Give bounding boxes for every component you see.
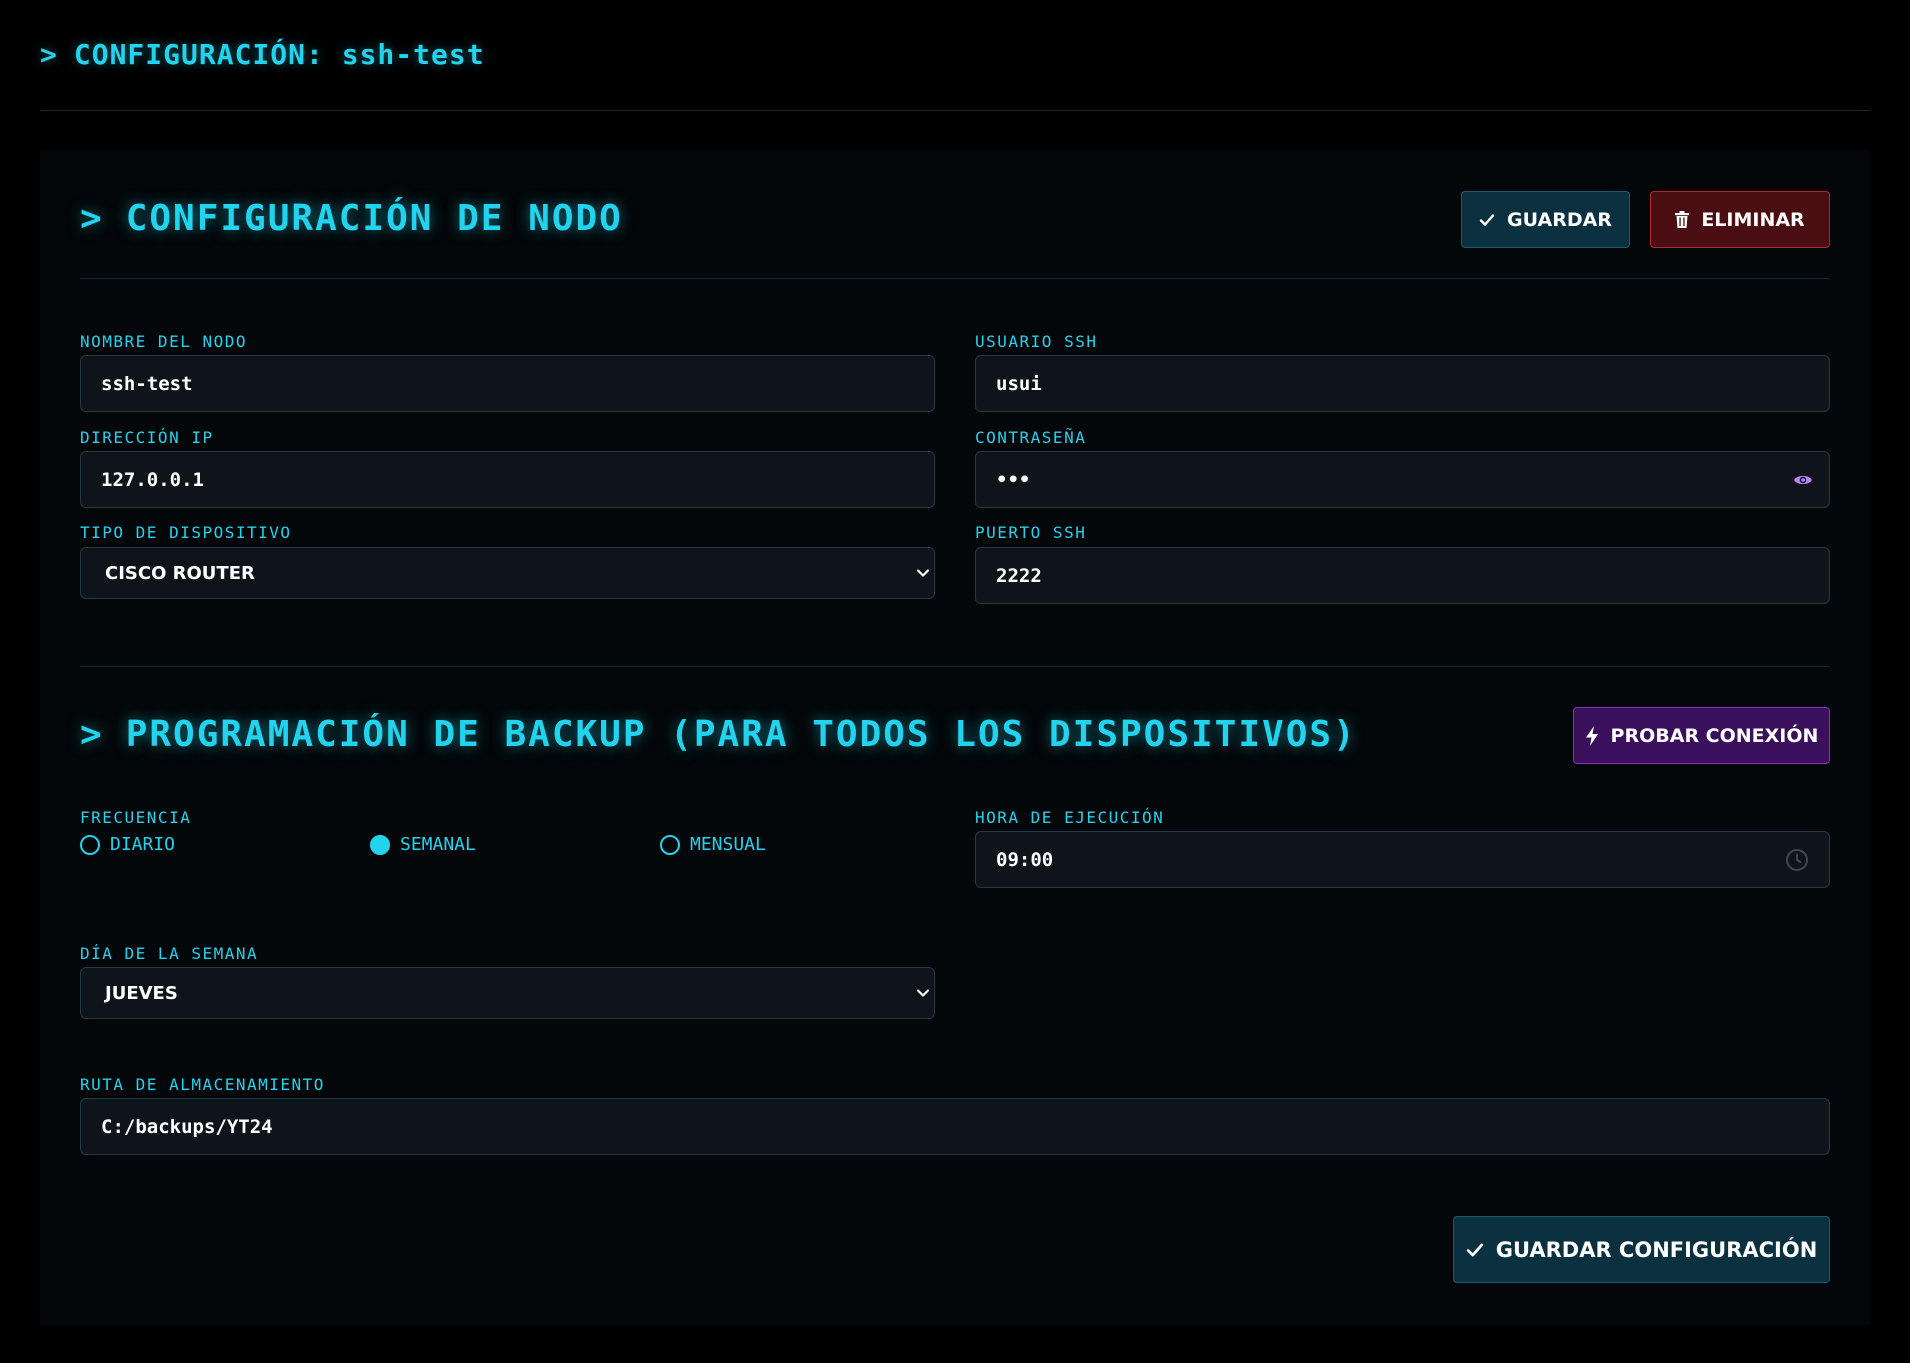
delete-button-label: ELIMINAR bbox=[1701, 208, 1805, 231]
page-title: > CONFIGURACIÓN: ssh-test bbox=[40, 38, 485, 71]
weekday-select[interactable]: JUEVES bbox=[80, 967, 935, 1019]
prompt-icon: > bbox=[80, 198, 104, 239]
password-label: CONTRASEÑA bbox=[975, 428, 1087, 447]
prompt-icon: > bbox=[80, 714, 104, 755]
backup-section-title-text: PROGRAMACIÓN DE BACKUP (PARA TODOS LOS D… bbox=[125, 714, 1357, 755]
node-name-input[interactable]: ssh-test bbox=[80, 355, 935, 412]
test-connection-label: PROBAR CONEXIÓN bbox=[1610, 724, 1819, 747]
run-time-label: HORA DE EJECUCIÓN bbox=[975, 808, 1165, 827]
storage-path-value: C:/backups/YT24 bbox=[101, 1115, 273, 1138]
ssh-user-value: usui bbox=[996, 372, 1042, 395]
test-connection-button[interactable]: PROBAR CONEXIÓN bbox=[1573, 707, 1830, 764]
frequency-option-label: MENSUAL bbox=[690, 834, 766, 855]
run-time-input[interactable]: 09:00 bbox=[975, 831, 1830, 888]
prompt-icon: > bbox=[40, 38, 58, 71]
radio-circle bbox=[80, 834, 100, 855]
node-section-title-text: CONFIGURACIÓN DE NODO bbox=[125, 198, 623, 239]
run-time-value: 09:00 bbox=[996, 848, 1054, 871]
device-type-value: CISCO ROUTER bbox=[105, 562, 255, 584]
radio-circle bbox=[660, 834, 680, 855]
ssh-port-input[interactable]: 2222 bbox=[975, 547, 1830, 604]
save-button-label: GUARDAR bbox=[1507, 208, 1612, 231]
save-button[interactable]: GUARDAR bbox=[1461, 191, 1630, 248]
save-config-label: GUARDAR CONFIGURACIÓN bbox=[1495, 1237, 1818, 1262]
check-icon bbox=[1479, 212, 1495, 228]
node-name-value: ssh-test bbox=[101, 372, 193, 395]
device-type-label: TIPO DE DISPOSITIVO bbox=[80, 523, 292, 542]
save-config-button[interactable]: GUARDAR CONFIGURACIÓN bbox=[1453, 1216, 1830, 1283]
chevron-down-icon bbox=[916, 988, 930, 998]
node-section-divider bbox=[80, 278, 1830, 279]
frequency-option-label: DIARIO bbox=[110, 834, 176, 855]
frequency-option-semanal[interactable]: SEMANAL bbox=[370, 834, 476, 855]
ip-address-label: DIRECCIÓN IP bbox=[80, 428, 214, 447]
node-section-title: > CONFIGURACIÓN DE NODO bbox=[80, 198, 623, 239]
device-type-select[interactable]: CISCO ROUTER bbox=[80, 547, 935, 599]
ip-address-value: 127.0.0.1 bbox=[101, 468, 204, 491]
node-name-label: NOMBRE DEL NODO bbox=[80, 332, 247, 351]
frequency-option-label: SEMANAL bbox=[400, 834, 476, 855]
frequency-label: FRECUENCIA bbox=[80, 808, 192, 827]
storage-path-input[interactable]: C:/backups/YT24 bbox=[80, 1098, 1830, 1155]
bolt-icon bbox=[1585, 725, 1599, 746]
backup-section-title: > PROGRAMACIÓN DE BACKUP (PARA TODOS LOS … bbox=[80, 714, 1357, 755]
ssh-user-label: USUARIO SSH bbox=[975, 332, 1098, 351]
delete-button[interactable]: ELIMINAR bbox=[1650, 191, 1830, 248]
password-input[interactable]: ••• bbox=[975, 451, 1830, 508]
check-icon bbox=[1466, 1241, 1484, 1259]
ip-address-input[interactable]: 127.0.0.1 bbox=[80, 451, 935, 508]
weekday-value: JUEVES bbox=[105, 982, 178, 1004]
trash-icon bbox=[1675, 211, 1690, 228]
frequency-option-mensual[interactable]: MENSUAL bbox=[660, 834, 766, 855]
radio-circle-selected bbox=[370, 834, 390, 855]
ssh-user-input[interactable]: usui bbox=[975, 355, 1830, 412]
page-title-text: CONFIGURACIÓN: ssh-test bbox=[73, 38, 485, 71]
ssh-port-label: PUERTO SSH bbox=[975, 523, 1087, 542]
password-value: ••• bbox=[996, 468, 1031, 491]
weekday-label: DÍA DE LA SEMANA bbox=[80, 944, 259, 963]
clock-icon[interactable] bbox=[1785, 848, 1809, 872]
ssh-port-value: 2222 bbox=[996, 564, 1042, 587]
header-divider bbox=[40, 110, 1870, 111]
backup-section-divider bbox=[80, 666, 1830, 667]
chevron-down-icon bbox=[916, 568, 930, 578]
storage-path-label: RUTA DE ALMACENAMIENTO bbox=[80, 1075, 325, 1094]
frequency-option-diario[interactable]: DIARIO bbox=[80, 834, 175, 855]
eye-icon[interactable] bbox=[1793, 473, 1813, 487]
